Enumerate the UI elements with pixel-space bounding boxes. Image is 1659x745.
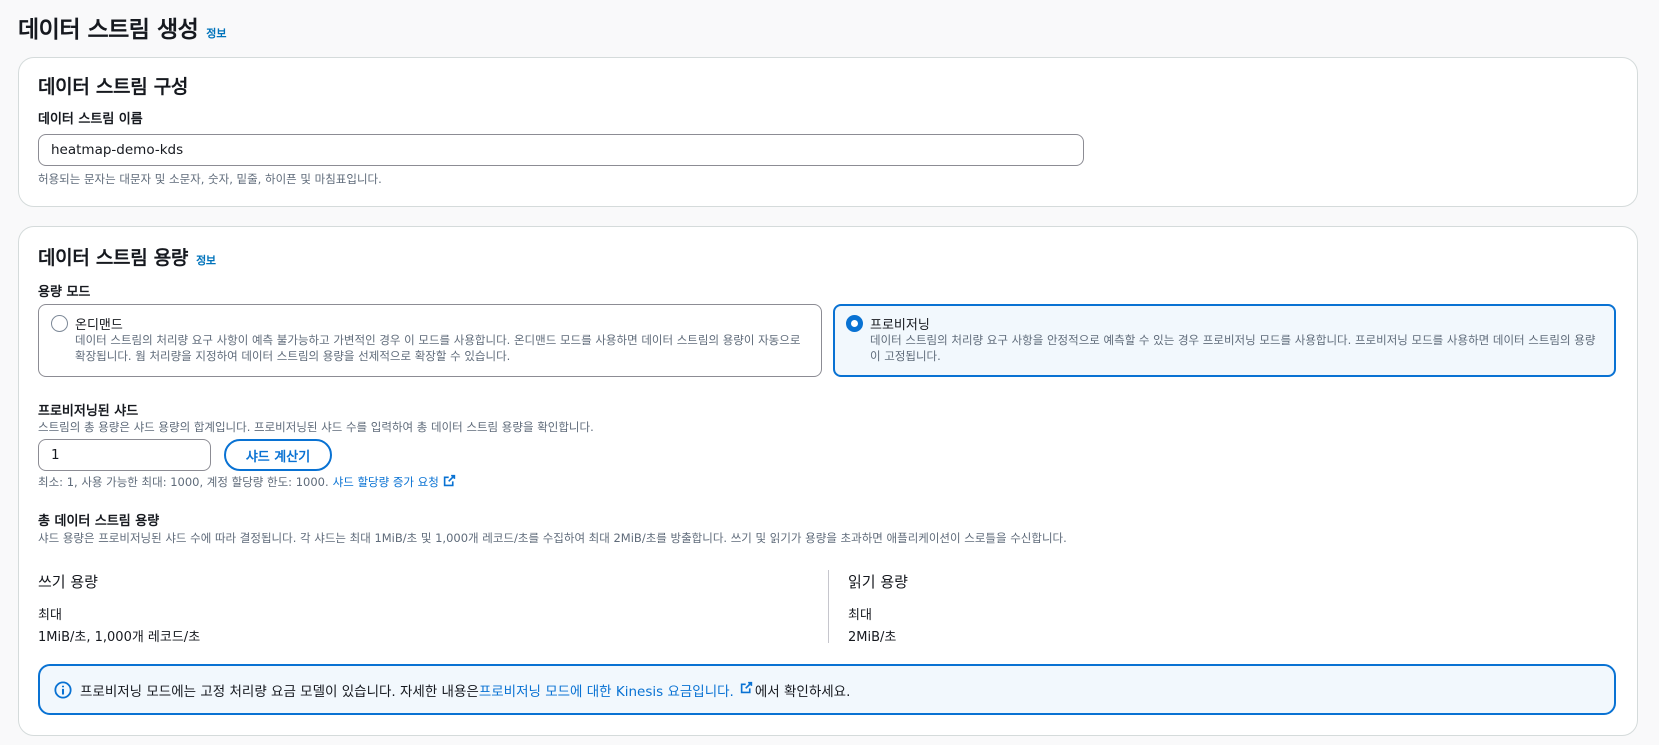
shards-desc: 스트림의 총 용량은 샤드 용량의 합계입니다. 프로비저닝된 샤드 수를 입력… bbox=[38, 420, 594, 434]
write-capacity-value: 1MiB/초, 1,000개 레코드/초 bbox=[38, 630, 201, 645]
on-demand-radio[interactable] bbox=[51, 315, 68, 332]
alert-text-after: 에서 확인하세요. bbox=[754, 683, 851, 700]
provisioned-title: 프로비저닝 bbox=[870, 318, 930, 333]
stream-capacity-title-text: 데이터 스트림 용량 bbox=[38, 247, 189, 269]
shard-calculator-button[interactable]: 샤드 계산기 bbox=[224, 439, 332, 471]
external-link-icon[interactable] bbox=[443, 474, 456, 490]
stream-name-value: heatmap-demo-kds bbox=[51, 142, 184, 158]
shards-limits-row: 최소: 1, 사용 가능한 최대: 1000, 계정 할당량 한도: 1000.… bbox=[38, 474, 456, 490]
stream-config-title: 데이터 스트림 구성 bbox=[38, 72, 188, 99]
read-max-label: 최대 bbox=[848, 608, 872, 623]
capacity-mode-label: 용량 모드 bbox=[38, 285, 91, 300]
quota-increase-link[interactable]: 샤드 할당량 증가 요청 bbox=[333, 474, 439, 490]
provisioned-radio[interactable] bbox=[846, 315, 863, 332]
write-max-label: 최대 bbox=[38, 608, 62, 623]
page-info-link[interactable]: 정보 bbox=[206, 25, 226, 41]
page-title: 데이터 스트림 생성 bbox=[18, 17, 199, 43]
info-icon bbox=[54, 680, 72, 699]
capacity-info-link[interactable]: 정보 bbox=[196, 252, 216, 268]
capacity-divider bbox=[828, 570, 829, 643]
page-header: 데이터 스트림 생성 정보 bbox=[18, 10, 227, 44]
on-demand-title: 온디맨드 bbox=[75, 318, 123, 333]
stream-config-title-text: 데이터 스트림 구성 bbox=[38, 76, 189, 98]
total-capacity-label: 총 데이터 스트림 용량 bbox=[38, 514, 160, 529]
alert-text-before: 프로비저닝 모드에는 고정 처리량 요금 모델이 있습니다. 자세한 내용은 bbox=[80, 683, 479, 700]
shards-input[interactable]: 1 bbox=[38, 439, 211, 471]
stream-capacity-title: 데이터 스트림 용량 정보 bbox=[38, 243, 216, 270]
kinesis-pricing-link[interactable]: 프로비저닝 모드에 대한 Kinesis 요금입니다. bbox=[479, 680, 734, 700]
total-capacity-desc: 샤드 용량은 프로비저닝된 샤드 수에 따라 결정됩니다. 각 샤드는 최대 1… bbox=[38, 531, 1067, 545]
pricing-external-link-icon[interactable] bbox=[740, 681, 753, 698]
shards-value: 1 bbox=[51, 447, 60, 463]
read-capacity-value: 2MiB/초 bbox=[848, 630, 897, 645]
stream-name-hint: 허용되는 문자는 대문자 및 소문자, 숫자, 밑줄, 하이픈 및 마침표입니다… bbox=[38, 172, 382, 186]
write-capacity-title: 쓰기 용량 bbox=[38, 573, 98, 591]
stream-capacity-panel: 데이터 스트림 용량 정보 용량 모드 온디맨드 데이터 스트림의 처리량 요구… bbox=[18, 226, 1638, 736]
shards-limits-text: 최소: 1, 사용 가능한 최대: 1000, 계정 할당량 한도: 1000. bbox=[38, 475, 329, 489]
on-demand-desc: 데이터 스트림의 처리량 요구 사항이 예측 불가능하고 가변적인 경우 이 모… bbox=[75, 333, 801, 363]
mode-provisioned-tile[interactable]: 프로비저닝 데이터 스트림의 처리량 요구 사항을 안정적으로 예측할 수 있는… bbox=[833, 304, 1616, 377]
pricing-info-alert: 프로비저닝 모드에는 고정 처리량 요금 모델이 있습니다. 자세한 내용은 프… bbox=[38, 664, 1616, 715]
provisioned-desc: 데이터 스트림의 처리량 요구 사항을 안정적으로 예측할 수 있는 경우 프로… bbox=[870, 333, 1596, 363]
stream-config-panel: 데이터 스트림 구성 데이터 스트림 이름 heatmap-demo-kds 허… bbox=[18, 57, 1638, 207]
stream-name-input[interactable]: heatmap-demo-kds bbox=[38, 134, 1084, 166]
mode-on-demand-tile[interactable]: 온디맨드 데이터 스트림의 처리량 요구 사항이 예측 불가능하고 가변적인 경… bbox=[38, 304, 822, 377]
shards-label: 프로비저닝된 샤드 bbox=[38, 404, 139, 419]
read-capacity-title: 읽기 용량 bbox=[848, 573, 908, 591]
stream-name-label: 데이터 스트림 이름 bbox=[38, 112, 143, 127]
